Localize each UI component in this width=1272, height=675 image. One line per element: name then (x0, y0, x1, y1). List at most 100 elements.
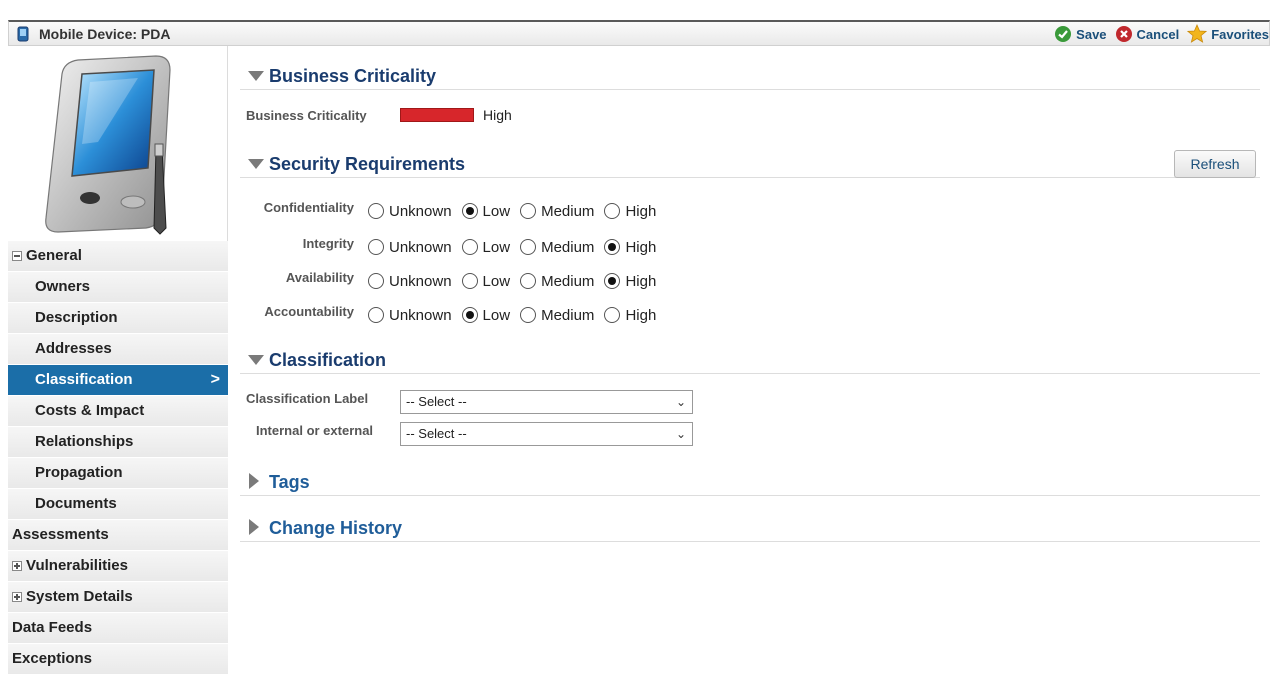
radio-button[interactable] (520, 239, 537, 255)
sidebar-item-classification[interactable]: Classification > (8, 365, 228, 396)
radio-option-unknown[interactable]: Unknown (368, 273, 452, 290)
tags-header[interactable]: Tags (240, 466, 1260, 496)
select-value: -- Select -- (406, 426, 467, 441)
radio-option-unknown[interactable]: Unknown (368, 239, 452, 256)
sidebar-item-vulnerabilities[interactable]: Vulnerabilities (8, 551, 228, 582)
sidebar-item-label: Costs & Impact (35, 402, 145, 419)
sidebar-item-addresses[interactable]: Addresses (8, 334, 228, 365)
radio-option-low[interactable]: Low (461, 307, 510, 324)
radio-option-high[interactable]: High (604, 273, 656, 290)
collapse-icon[interactable] (12, 251, 22, 261)
internal-external-field-label: Internal or external (256, 423, 374, 438)
expand-icon[interactable] (12, 592, 22, 602)
expand-icon[interactable] (12, 561, 22, 571)
page-title: Mobile Device: PDA (39, 26, 171, 42)
favorites-button[interactable]: Favorites (1187, 24, 1269, 44)
save-button[interactable]: Save (1054, 25, 1107, 43)
radio-button[interactable] (368, 273, 384, 289)
radio-button[interactable] (520, 273, 537, 289)
radio-button[interactable] (461, 273, 478, 289)
sidebar-item-label: Description (35, 309, 118, 326)
sidebar-item-description[interactable]: Description (8, 303, 228, 334)
radio-label: High (625, 306, 657, 324)
sidebar-item-documents[interactable]: Documents (8, 489, 228, 520)
radio-button[interactable] (368, 203, 384, 219)
radio-option-high[interactable]: High (604, 203, 656, 220)
radio-option-medium[interactable]: Medium (520, 239, 594, 256)
radio-button[interactable] (604, 307, 621, 323)
sidebar-item-label: System Details (26, 588, 133, 605)
radio-option-medium[interactable]: Medium (520, 203, 594, 220)
sidebar-item-label: Documents (35, 495, 117, 512)
change-history-header[interactable]: Change History (240, 512, 1260, 542)
radio-button[interactable] (368, 239, 384, 255)
radio-option-high[interactable]: High (604, 239, 656, 256)
chevron-down-icon: ⌄ (675, 427, 686, 441)
radio-label: Medium (541, 202, 595, 220)
sidebar-item-label: Exceptions (12, 650, 93, 667)
radio-button[interactable] (368, 307, 384, 323)
star-icon (1187, 24, 1208, 43)
sidebar-item-costs-impact[interactable]: Costs & Impact (8, 396, 228, 427)
business-criticality-label: Business Criticality (246, 108, 367, 123)
radio-button[interactable] (604, 203, 621, 219)
sidebar-item-owners[interactable]: Owners (8, 272, 228, 303)
sidebar-item-label: Data Feeds (12, 619, 93, 636)
classification-header[interactable]: Classification (240, 344, 1260, 374)
title-actions: Save Cancel Favorites (1046, 24, 1269, 44)
sidebar-item-relationships[interactable]: Relationships (8, 427, 228, 458)
radio-option-low[interactable]: Low (461, 203, 510, 220)
mobile-device-icon (17, 26, 29, 42)
save-label: Save (1076, 26, 1107, 42)
expand-triangle-icon (249, 519, 259, 535)
radio-label: High (625, 272, 657, 290)
radio-option-low[interactable]: Low (461, 273, 510, 290)
radio-button[interactable] (461, 307, 478, 323)
radio-button[interactable] (520, 307, 537, 323)
radio-option-low[interactable]: Low (461, 238, 511, 256)
security-row-label: Accountability (264, 304, 354, 319)
section-title: Change History (269, 518, 403, 538)
sidebar-item-label: Classification (35, 371, 133, 388)
section-title: Classification (269, 350, 387, 370)
sidebar: General Owners Description Addresses Cla… (8, 46, 228, 675)
cancel-button[interactable]: Cancel (1115, 25, 1180, 43)
business-criticality-header[interactable]: Business Criticality (240, 60, 1260, 90)
sidebar-item-data-feeds[interactable]: Data Feeds (8, 613, 228, 644)
security-row-label: Confidentiality (263, 200, 354, 215)
radio-button[interactable] (520, 203, 537, 219)
sidebar-item-general[interactable]: General (8, 241, 228, 272)
classification-label-select[interactable]: -- Select -- ⌄ (400, 390, 693, 414)
security-requirements-header[interactable]: Security Requirements Refresh (240, 148, 1260, 178)
radio-label: Low (482, 238, 511, 256)
radio-option-unknown[interactable]: Unknown (368, 203, 452, 220)
radio-button[interactable] (461, 203, 478, 219)
radio-button[interactable] (461, 239, 478, 255)
security-row-label: Availability (285, 270, 354, 285)
refresh-button[interactable]: Refresh (1174, 150, 1256, 178)
cancel-label: Cancel (1136, 26, 1180, 42)
internal-external-select[interactable]: -- Select -- ⌄ (400, 422, 693, 446)
radio-label: Medium (541, 272, 595, 290)
radio-label: Medium (541, 238, 595, 256)
sidebar-item-assessments[interactable]: Assessments (8, 520, 228, 551)
radio-label: High (625, 238, 657, 256)
section-title: Tags (269, 472, 310, 492)
sidebar-item-system-details[interactable]: System Details (8, 582, 228, 613)
radio-option-high[interactable]: High (604, 307, 656, 324)
sidebar-nav: General Owners Description Addresses Cla… (8, 241, 228, 675)
sidebar-item-label: Assessments (12, 526, 109, 543)
sidebar-item-propagation[interactable]: Propagation (8, 458, 228, 489)
radio-button[interactable] (604, 239, 621, 255)
radio-label: Unknown (389, 306, 452, 324)
expand-triangle-icon (249, 473, 259, 489)
security-row-label: Integrity (302, 236, 354, 251)
radio-button[interactable] (604, 273, 621, 289)
radio-option-medium[interactable]: Medium (520, 307, 594, 324)
radio-option-medium[interactable]: Medium (520, 273, 594, 290)
main-content: Business Criticality Business Criticalit… (240, 46, 1262, 666)
criticality-value: High (483, 107, 512, 123)
sidebar-item-exceptions[interactable]: Exceptions (8, 644, 228, 675)
chevron-down-icon: ⌄ (675, 395, 686, 409)
radio-option-unknown[interactable]: Unknown (368, 307, 452, 324)
